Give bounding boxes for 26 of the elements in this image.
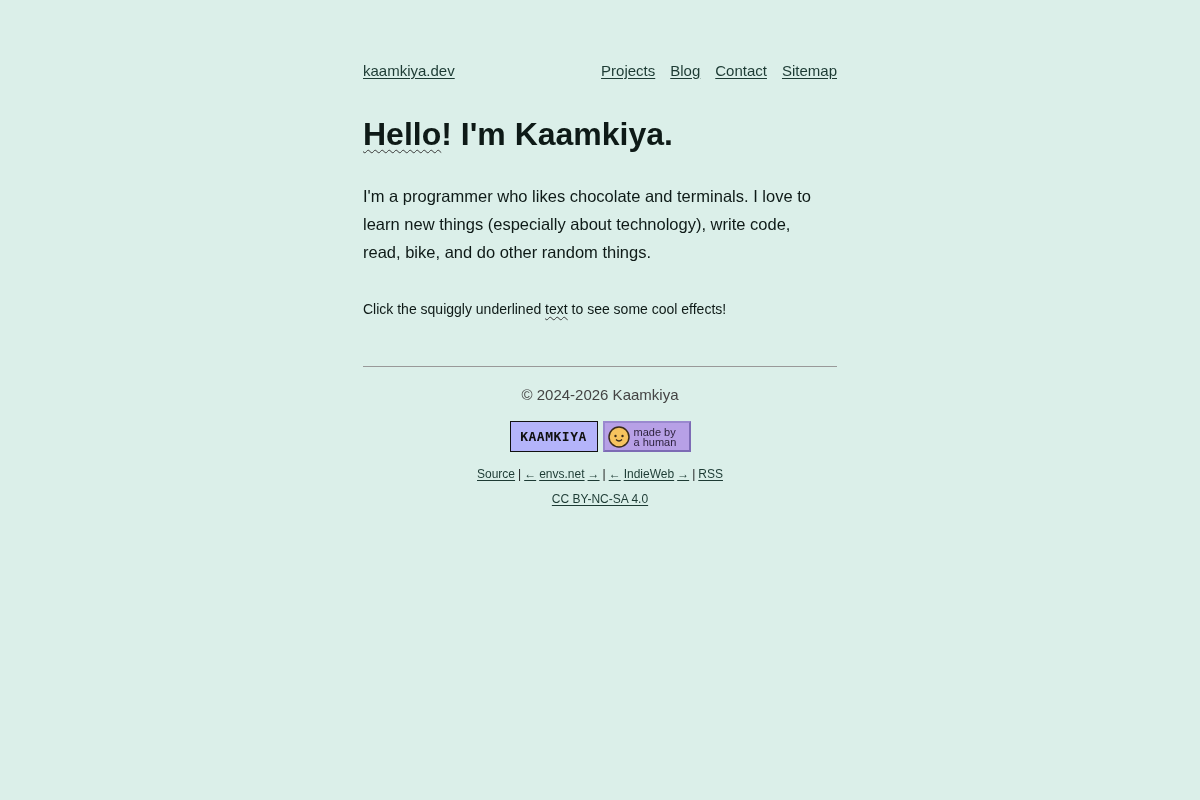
squiggly-link[interactable]: Hello	[363, 116, 442, 152]
footer-link[interactable]: →	[677, 466, 690, 482]
separator-text: |	[602, 466, 606, 482]
footer-link[interactable]: →	[587, 466, 600, 482]
made-by-human-badge[interactable]: made by a human	[602, 421, 691, 452]
footer-link[interactable]: envs.net	[539, 466, 585, 482]
copyright-text: © 2024-2026 Kaamkiya	[520, 385, 680, 405]
nav-link[interactable]: Sitemap	[781, 60, 837, 82]
nav-link[interactable]: Contact	[715, 60, 767, 82]
separator-text: |	[692, 466, 696, 482]
nav-link[interactable]: Projects	[601, 60, 656, 82]
footer-link[interactable]: IndieWeb	[623, 466, 675, 482]
footer-link[interactable]: Source	[477, 466, 516, 482]
squiggly-link[interactable]: text	[545, 301, 568, 317]
separator-text: |	[518, 466, 522, 482]
footer-link[interactable]: ←	[608, 466, 621, 482]
site-link[interactable]: kaamkiya.dev	[363, 60, 455, 82]
intro-paragraph: I'm a programmer who likes chocolate and terminals. I love to learn new things (especially about technology), write code, read, bike, and do other random things.	[363, 186, 812, 263]
page-heading: Hello! I'm Kaamkiya.	[363, 115, 674, 154]
license-link[interactable]: CC BY-NC-SA 4.0	[551, 491, 649, 507]
kaamkiya-badge[interactable]: KAAMKIYA	[509, 421, 598, 452]
footer-link[interactable]: RSS	[698, 466, 723, 482]
hint-text: Click the squiggly underlined text to see some cool effects!	[363, 301, 728, 317]
smiley-face-icon	[607, 425, 630, 448]
footer-link[interactable]: ←	[524, 466, 537, 482]
nav-link[interactable]: Blog	[670, 60, 701, 82]
